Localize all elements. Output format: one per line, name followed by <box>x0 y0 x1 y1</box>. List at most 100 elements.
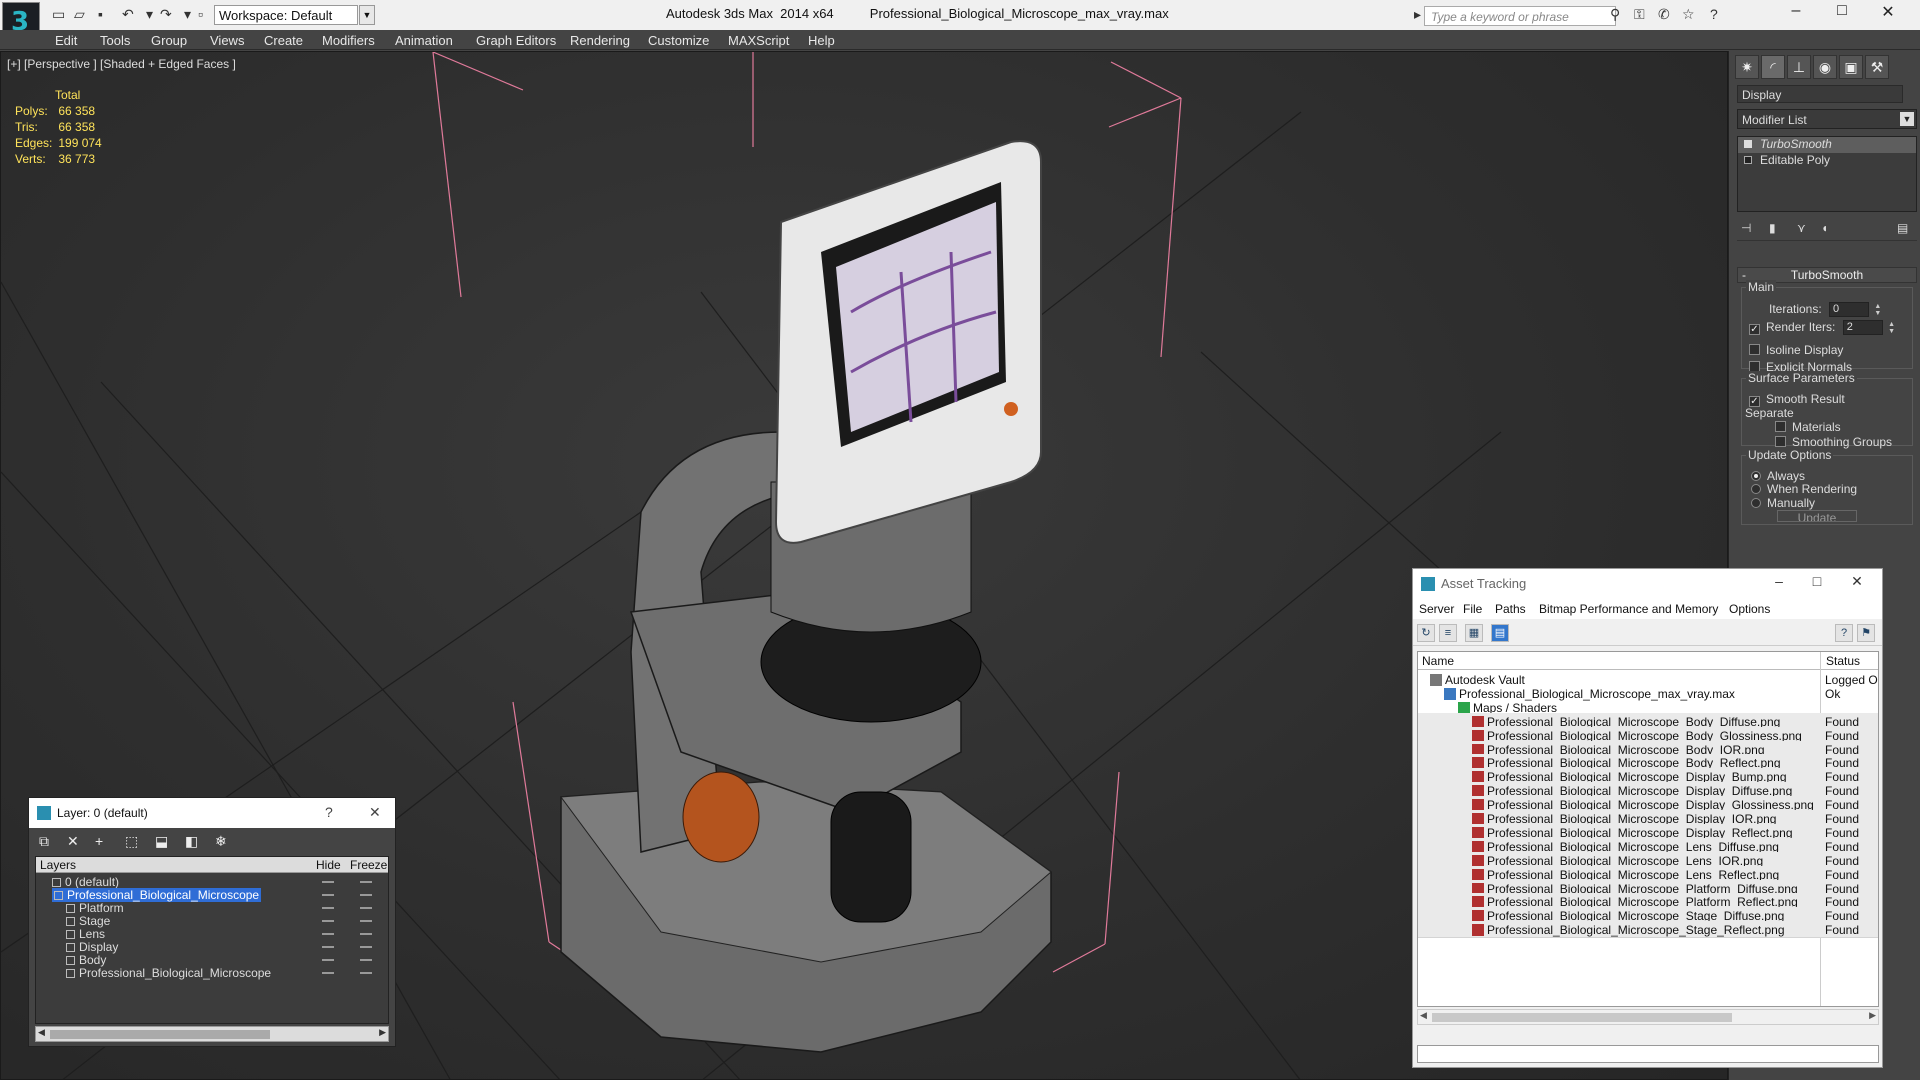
maximize-icon[interactable]: □ <box>1797 573 1837 589</box>
smoothing-groups-checkbox[interactable] <box>1775 436 1786 447</box>
favorites-star-icon[interactable]: ☆ <box>1682 6 1695 23</box>
create-layer-icon[interactable]: ⧉ <box>39 833 49 850</box>
menu-bitmap-performance[interactable]: Bitmap Performance and Memory <box>1539 602 1718 616</box>
menu-help[interactable]: Help <box>808 33 835 48</box>
search-input[interactable]: Type a keyword or phrase <box>1424 6 1616 26</box>
close-icon[interactable]: ✕ <box>1837 573 1877 590</box>
help-icon[interactable]: ? <box>1835 624 1853 642</box>
modify-tab-icon[interactable]: ◜ <box>1761 55 1785 79</box>
spinner-arrows-icon[interactable]: ▲ ▼ <box>1888 321 1896 335</box>
subscription-icon[interactable]: ⚿ <box>1634 6 1645 23</box>
table-view-icon[interactable]: ▤ <box>1491 624 1509 642</box>
help-icon[interactable]: ? <box>1710 6 1718 22</box>
pin-stack-icon[interactable]: ⊣ <box>1741 221 1751 235</box>
scroll-left-icon[interactable]: ◀ <box>38 1027 45 1038</box>
freeze-toggle[interactable] <box>360 894 372 896</box>
hide-toggle[interactable] <box>322 894 334 896</box>
modifier-stack[interactable]: TurboSmooth Editable Poly <box>1737 136 1917 212</box>
highlight-selected-icon[interactable]: ⬓ <box>155 833 168 850</box>
menu-group[interactable]: Group <box>151 33 187 48</box>
hide-toggle[interactable] <box>322 881 334 883</box>
menu-paths[interactable]: Paths <box>1495 602 1526 616</box>
minimize-icon[interactable]: – <box>1759 573 1799 589</box>
delete-layer-icon[interactable]: ✕ <box>67 833 79 850</box>
search-expand-icon[interactable]: ▸ <box>1414 6 1421 23</box>
hierarchy-tab-icon[interactable]: ⊥ <box>1787 55 1811 79</box>
object-name-field[interactable]: Display <box>1737 85 1903 103</box>
help-icon[interactable]: ? <box>325 804 333 820</box>
display-tab-icon[interactable]: ▣ <box>1839 55 1863 79</box>
chevron-down-icon[interactable]: ▼ <box>1900 112 1914 126</box>
column-layers[interactable]: Layers <box>40 858 76 872</box>
scroll-right-icon[interactable]: ▶ <box>1869 1010 1876 1021</box>
new-file-icon[interactable]: ▭ <box>52 6 65 23</box>
layer-manager-titlebar[interactable]: Layer: 0 (default) ? ✕ <box>29 798 395 828</box>
freeze-toggle[interactable] <box>360 959 372 961</box>
bulb-icon[interactable] <box>1744 140 1752 148</box>
render-iters-spinner[interactable]: 2 <box>1842 320 1883 336</box>
utilities-tab-icon[interactable]: ⚒ <box>1865 55 1889 79</box>
stack-item-editable-poly[interactable]: Editable Poly <box>1738 153 1916 169</box>
hide-toggle[interactable] <box>322 933 334 935</box>
manually-radio[interactable] <box>1751 498 1761 508</box>
hide-toggle[interactable] <box>322 920 334 922</box>
menu-rendering[interactable]: Rendering <box>570 33 630 48</box>
add-to-layer-icon[interactable]: + <box>95 833 103 849</box>
spinner-arrows-icon[interactable]: ▲ ▼ <box>1874 303 1882 317</box>
close-icon[interactable]: ✕ <box>1868 2 1908 22</box>
freeze-toggle[interactable] <box>360 881 372 883</box>
menu-file[interactable]: File <box>1463 602 1482 616</box>
hide-toggle[interactable] <box>322 959 334 961</box>
scroll-thumb[interactable] <box>50 1030 270 1039</box>
column-name[interactable]: Name <box>1422 654 1454 668</box>
freeze-toggle[interactable] <box>360 920 372 922</box>
minimize-icon[interactable]: – <box>1776 2 1816 20</box>
freeze-all-layers-icon[interactable]: ❄ <box>215 833 227 850</box>
asset-horizontal-scrollbar[interactable]: ◀ ▶ <box>1417 1009 1879 1025</box>
menu-views[interactable]: Views <box>210 33 244 48</box>
when-rendering-radio[interactable] <box>1751 484 1761 494</box>
hide-toggle[interactable] <box>322 946 334 948</box>
render-iters-checkbox[interactable]: ✓ <box>1749 324 1760 335</box>
microscope-model[interactable] <box>560 140 1052 1053</box>
hide-all-layers-icon[interactable]: ◧ <box>185 833 198 850</box>
redo-dropdown-icon[interactable]: ▾ <box>184 6 191 23</box>
scroll-right-icon[interactable]: ▶ <box>379 1027 386 1038</box>
materials-checkbox[interactable] <box>1775 421 1786 432</box>
menu-create[interactable]: Create <box>264 33 303 48</box>
layer-horizontal-scrollbar[interactable]: ◀ ▶ <box>35 1026 389 1042</box>
create-tab-icon[interactable]: ✷ <box>1735 55 1759 79</box>
freeze-toggle[interactable] <box>360 972 372 974</box>
asset-path-field[interactable] <box>1417 1045 1879 1063</box>
column-status[interactable]: Status <box>1826 654 1860 668</box>
close-icon[interactable]: ✕ <box>369 804 381 821</box>
menu-animation[interactable]: Animation <box>395 33 453 48</box>
configure-modifier-sets-icon[interactable]: ▤ <box>1897 221 1908 235</box>
iterations-spinner[interactable]: 0 <box>1829 302 1870 318</box>
menu-server[interactable]: Server <box>1419 602 1454 616</box>
remove-modifier-icon[interactable]: ◖ <box>1821 221 1828 235</box>
menu-edit[interactable]: Edit <box>55 33 77 48</box>
maximize-icon[interactable]: □ <box>1822 2 1862 20</box>
column-hide[interactable]: Hide <box>316 858 341 872</box>
thumbnail-view-icon[interactable]: ▦ <box>1465 624 1483 642</box>
binoculars-icon[interactable]: ⚲ <box>1610 6 1620 23</box>
project-folder-icon[interactable]: ▫ <box>198 6 203 22</box>
freeze-toggle[interactable] <box>360 946 372 948</box>
freeze-toggle[interactable] <box>360 907 372 909</box>
redo-icon[interactable]: ↷ <box>160 6 172 23</box>
save-file-icon[interactable]: ▪ <box>98 6 103 22</box>
workspace-dropdown[interactable]: Workspace: Default ▼ <box>214 5 375 25</box>
scroll-left-icon[interactable]: ◀ <box>1420 1010 1427 1021</box>
pin-icon[interactable]: ⚑ <box>1857 624 1875 642</box>
motion-tab-icon[interactable]: ◉ <box>1813 55 1837 79</box>
hide-toggle[interactable] <box>322 972 334 974</box>
modifier-list-dropdown[interactable]: Modifier List ▼ <box>1737 109 1917 129</box>
viewport-label[interactable]: [+] [Perspective ] [Shaded + Edged Faces… <box>7 57 236 71</box>
stack-item-turbosmooth[interactable]: TurboSmooth <box>1738 137 1916 153</box>
chevron-down-icon[interactable]: ▼ <box>359 5 375 25</box>
asset-row[interactable]: Professional_Biological_Microscope_Stage… <box>1418 921 1878 939</box>
list-view-icon[interactable]: ≡ <box>1439 624 1457 642</box>
hide-toggle[interactable] <box>322 907 334 909</box>
make-unique-icon[interactable]: ⋎ <box>1797 221 1806 235</box>
